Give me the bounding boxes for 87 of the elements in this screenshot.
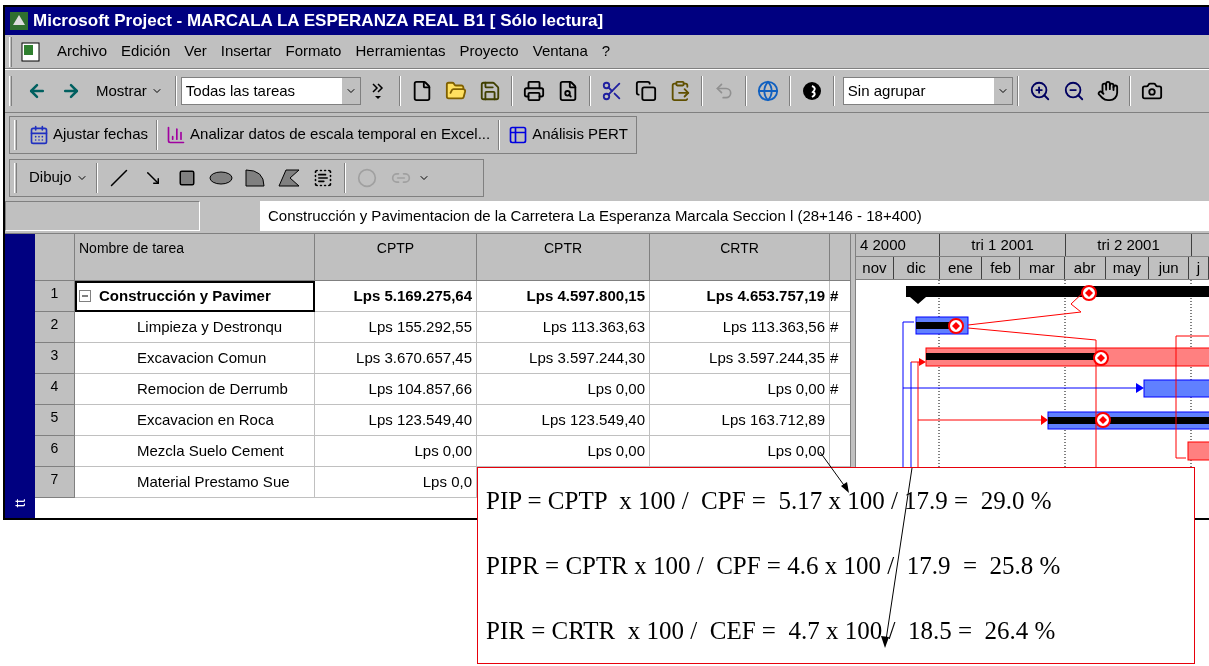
task-bar[interactable] xyxy=(925,347,1209,367)
cost-cell: Lps 0,00 xyxy=(315,436,477,467)
cost-cell: Lps 0,00 xyxy=(650,374,830,405)
timescale-header: j xyxy=(1189,257,1209,279)
task-name-cell[interactable]: Mezcla Suelo Cement xyxy=(75,436,315,467)
timescale-header: tri 2 2001 xyxy=(1066,234,1192,256)
filter-dropdown[interactable]: Todas las tareas xyxy=(180,77,361,105)
bar-chart-icon xyxy=(166,124,187,145)
timescale-header: dic xyxy=(893,257,940,279)
pert-analysis-button[interactable]: Análisis PERT xyxy=(504,123,632,146)
document-icon[interactable] xyxy=(20,40,42,63)
menu-item[interactable]: Formato xyxy=(278,40,349,63)
formula-text: PIR = CRTR x 100 / CEF = 4.7 x 100 / 18.5 = 26.4 % xyxy=(486,615,1057,646)
timescale-header: tri 1 2001 xyxy=(940,234,1066,256)
task-name: Excavacion Comun xyxy=(137,347,267,368)
window-title: Microsoft Project - MARCALA LA ESPERANZA REAL B1 [ Sólo lectura] xyxy=(33,10,604,33)
cost-cell: Lps 3.597.244,35 xyxy=(650,343,830,374)
summary-bar[interactable] xyxy=(906,286,1209,304)
row-number[interactable]: 4 xyxy=(35,374,75,405)
cost-cell: Lps 123.549,40 xyxy=(315,405,477,436)
menu-item[interactable]: Ventana xyxy=(525,40,595,63)
collapse-icon[interactable] xyxy=(79,290,91,302)
task-name: Mezcla Suelo Cement xyxy=(137,440,284,461)
adjust-dates-button[interactable]: Ajustar fechas xyxy=(25,123,153,146)
cost-cell: Lps 155.292,55 xyxy=(315,312,477,343)
task-name-cell[interactable]: Excavacion en Roca xyxy=(75,405,315,436)
column-header[interactable]: CRTR xyxy=(650,234,830,281)
formula-text: PIPR = CPTR x 100 / CPF = 4.6 x 100 / 17.9 = 25.8 % xyxy=(486,550,1062,581)
task-name: Limpieza y Destronqu xyxy=(137,316,283,337)
task-name-cell[interactable]: Limpieza y Destronqu xyxy=(75,312,315,343)
progress-marker xyxy=(948,318,964,334)
row-number[interactable]: 1 xyxy=(35,281,75,312)
row-number[interactable]: 3 xyxy=(35,343,75,374)
timescale-header: mar xyxy=(1020,257,1065,279)
excel-analysis-button[interactable]: Analizar datos de escala temporal en Excel... xyxy=(162,123,495,146)
entry-field[interactable]: Construcción y Pavimentacion de la Carretera La Esperanza Marcala Seccion l (28+146 - 18+400) xyxy=(260,201,1209,231)
task-name-cell[interactable]: Construcción y Pavimer xyxy=(75,281,315,312)
column-header[interactable]: Nombre de tarea xyxy=(75,234,315,281)
cost-cell: Lps 4.597.800,15 xyxy=(477,281,650,312)
menu-item[interactable]: Archivo xyxy=(50,40,115,63)
cost-cell: Lps 4.653.757,19 xyxy=(650,281,830,312)
row-number[interactable]: 2 xyxy=(35,312,75,343)
task-name: Construcción y Pavimer xyxy=(99,285,271,306)
task-name-cell[interactable]: Remocion de Derrumb xyxy=(75,374,315,405)
timescale-header: feb xyxy=(982,257,1021,279)
column-header[interactable]: CPTP xyxy=(315,234,477,281)
timescale-header: may xyxy=(1105,257,1150,279)
row-number[interactable]: 5 xyxy=(35,405,75,436)
progress-marker xyxy=(1095,412,1111,428)
menu-item[interactable]: Ver xyxy=(177,40,214,63)
task-name: Excavacion en Roca xyxy=(137,409,274,430)
timescale-header: ene xyxy=(939,257,983,279)
timescale-header: jun xyxy=(1149,257,1190,279)
calendar-icon xyxy=(29,124,49,145)
cost-cell: Lps 123.549,40 xyxy=(477,405,650,436)
row-number[interactable]: 7 xyxy=(35,467,75,498)
menu-item[interactable]: Insertar xyxy=(213,40,279,63)
timescale-header: 4 2000 xyxy=(856,234,940,256)
timescale-header: abr xyxy=(1064,257,1106,279)
cost-cell: Lps 0,00 xyxy=(477,374,650,405)
group-dropdown[interactable]: Sin agrupar xyxy=(842,77,1013,105)
cost-cell: Lps 113.363,63 xyxy=(477,312,650,343)
cost-cell: Lps 3.597.244,30 xyxy=(477,343,650,374)
table-icon xyxy=(508,124,529,145)
column-header[interactable]: CPTR xyxy=(477,234,650,281)
task-name-cell[interactable]: Material Prestamo Sue xyxy=(75,467,315,498)
view-label: tt xyxy=(9,498,29,507)
timescale-header: nov xyxy=(856,257,894,279)
drawing-menu-button[interactable]: Dibujo xyxy=(25,166,92,189)
menu-item[interactable]: Herramientas xyxy=(348,40,453,63)
app-icon xyxy=(9,11,29,31)
cost-cell: Lps 113.363,56 xyxy=(650,312,830,343)
menu-item[interactable]: Proyecto xyxy=(452,40,526,63)
task-name: Material Prestamo Sue xyxy=(137,471,290,492)
show-menu-button[interactable]: Mostrar xyxy=(88,79,171,103)
cost-cell: Lps 163.712,89 xyxy=(650,405,830,436)
menu-item[interactable]: ? xyxy=(594,40,618,63)
progress-marker xyxy=(1093,350,1109,366)
cost-cell: Lps 5.169.275,64 xyxy=(315,281,477,312)
task-name: Remocion de Derrumb xyxy=(137,378,288,399)
row-number[interactable]: 6 xyxy=(35,436,75,467)
task-bar[interactable] xyxy=(1047,411,1209,430)
cost-cell: Lps 104.857,66 xyxy=(315,374,477,405)
progress-marker xyxy=(1081,285,1097,301)
menu-item[interactable]: Edición xyxy=(114,40,178,63)
cost-cell: Lps 3.670.657,45 xyxy=(315,343,477,374)
task-name-cell[interactable]: Excavacion Comun xyxy=(75,343,315,374)
